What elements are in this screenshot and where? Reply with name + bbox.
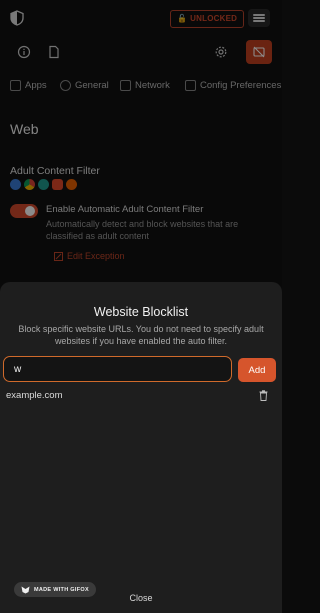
- sheet-title: Website Blocklist: [93, 305, 189, 319]
- add-button[interactable]: Add: [238, 358, 276, 382]
- site-url: example.com: [6, 390, 63, 401]
- trash-icon[interactable]: [259, 390, 268, 401]
- url-input-wrapper: [3, 356, 232, 382]
- watermark-label: MADE WITH GIFOX: [34, 586, 89, 593]
- close-button[interactable]: Close: [0, 593, 282, 603]
- url-input[interactable]: [4, 357, 231, 381]
- sheet-description: Block specific website URLs. You do not …: [18, 324, 264, 346]
- list-item: example.com: [6, 389, 270, 403]
